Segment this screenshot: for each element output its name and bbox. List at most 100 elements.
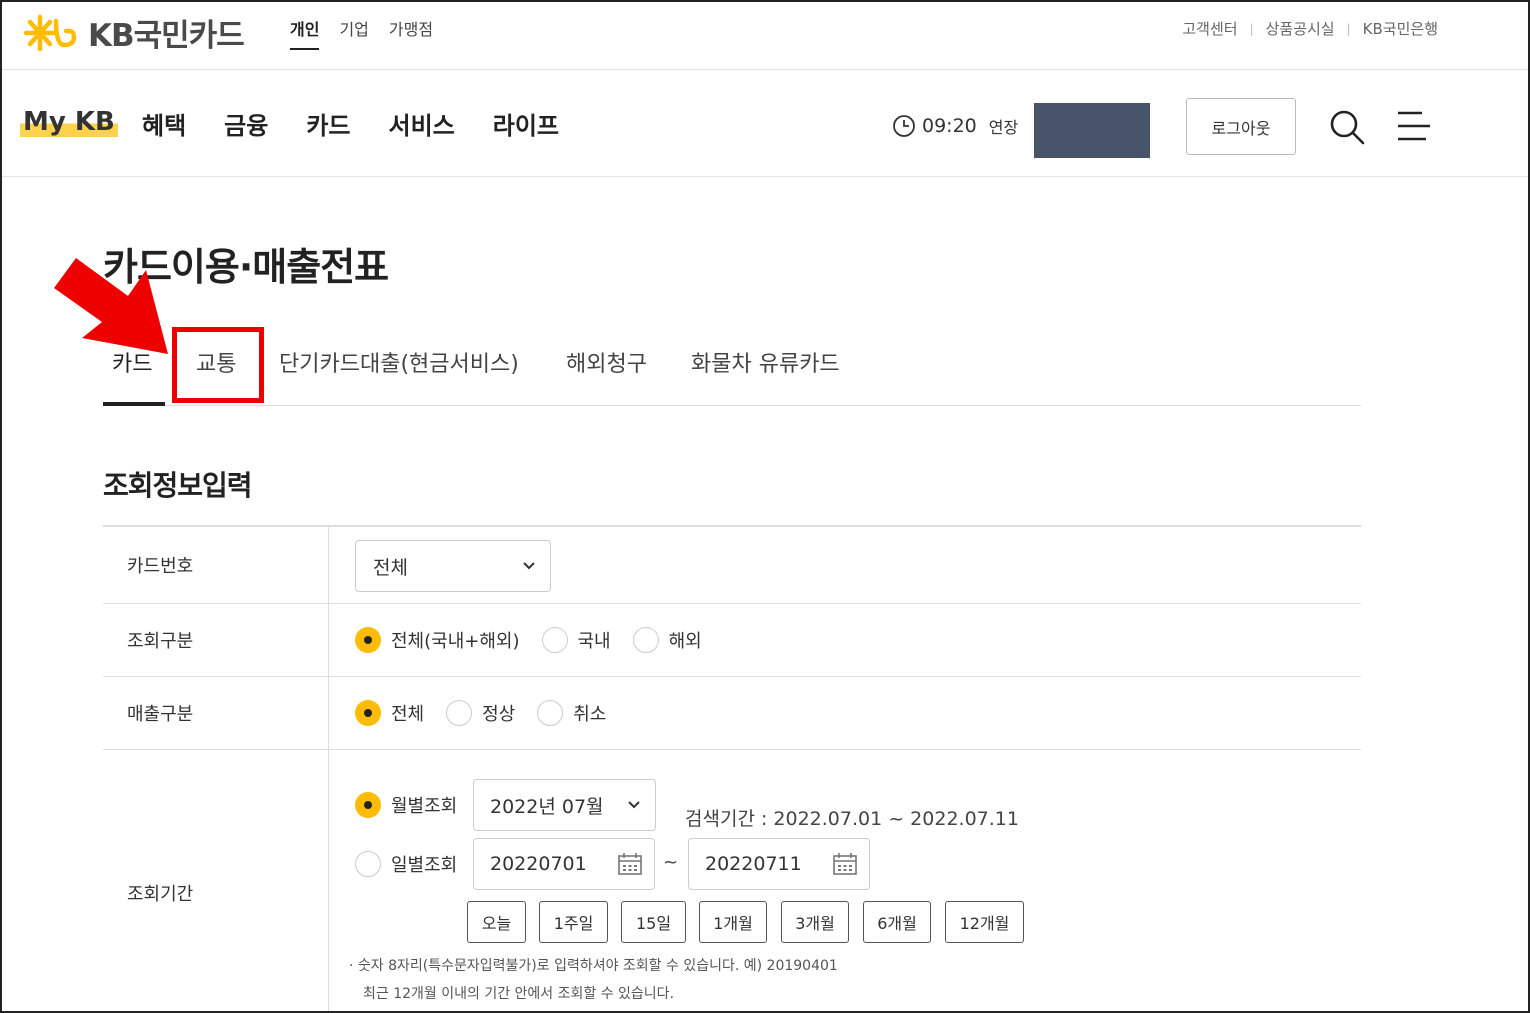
- link-customer-center[interactable]: 고객센터: [1182, 18, 1237, 39]
- search-button[interactable]: [1328, 108, 1366, 146]
- date-range-tilde: ~: [663, 852, 679, 873]
- chevron-down-icon: [628, 801, 640, 809]
- radio-unchecked-icon: [537, 700, 564, 726]
- end-date-value: 20220711: [705, 853, 802, 875]
- nav-menu: 혜택 금융 카드 서비스 라이프: [142, 106, 559, 141]
- nav-item-service[interactable]: 서비스: [389, 106, 455, 141]
- radio-unchecked-icon: [541, 627, 568, 653]
- nav-item-life[interactable]: 라이프: [493, 106, 559, 141]
- month-select[interactable]: 2022년 07월: [473, 779, 656, 831]
- top-bar: KB국민카드 개인 기업 가맹점 고객센터 | 상품공시실 | KB국민은행: [0, 0, 1530, 70]
- sales-type-content: 전체 정상 취소: [329, 677, 1361, 749]
- logo-text: KB국민카드: [88, 18, 245, 54]
- radio-sales-normal-label: 정상: [482, 704, 516, 725]
- sales-type-radios: 전체 정상 취소: [355, 700, 628, 726]
- red-arrow-annotation: [54, 258, 168, 354]
- radio-inquiry-all-label: 전체(국내+해외): [391, 631, 520, 652]
- quick-6months-button[interactable]: 6개월: [863, 901, 931, 943]
- inquiry-form: 카드번호 전체 조회구분 전체(국내+해외) 국내 해외 매출구분 전체 정상 …: [103, 525, 1361, 1013]
- quick-today-button[interactable]: 오늘: [467, 901, 526, 943]
- radio-sales-cancel-label: 취소: [573, 704, 607, 725]
- kb-star-icon: [23, 14, 77, 51]
- card-number-content: 전체: [329, 527, 1361, 603]
- radio-checked-icon: [355, 627, 381, 653]
- session-timer: 09:20 연장: [892, 114, 1018, 138]
- nav-item-finance[interactable]: 금융: [224, 106, 268, 141]
- segment-nav: 개인 기업 가맹점: [290, 16, 433, 50]
- radio-sales-all[interactable]: 전체: [355, 700, 424, 726]
- radio-inquiry-overseas[interactable]: 해외: [632, 627, 702, 653]
- segment-merchant[interactable]: 가맹점: [389, 16, 433, 50]
- row-sales-type: 매출구분 전체 정상 취소: [103, 677, 1361, 750]
- radio-sales-cancel[interactable]: 취소: [537, 700, 606, 726]
- quick-1month-button[interactable]: 1개월: [699, 901, 767, 943]
- logout-button[interactable]: 로그아웃: [1186, 98, 1296, 155]
- quick-15days-button[interactable]: 15일: [621, 901, 686, 943]
- quick-1week-button[interactable]: 1주일: [539, 901, 608, 943]
- session-time: 09:20: [922, 115, 977, 137]
- radio-inquiry-all[interactable]: 전체(국내+해외): [355, 627, 520, 653]
- month-select-value: 2022년 07월: [490, 795, 604, 818]
- calendar-icon[interactable]: [833, 853, 857, 875]
- tab-truck-fuel-card[interactable]: 화물차 유류카드: [691, 346, 840, 378]
- card-number-label: 카드번호: [103, 527, 329, 603]
- tab-short-term-loan[interactable]: 단기카드대출(현금서비스): [279, 346, 519, 378]
- radio-unchecked-icon: [632, 627, 659, 653]
- period-content: 월별조회 2022년 07월 검색기간 : 2022.07.01 ~ 2022.…: [329, 750, 1361, 1013]
- nav-item-benefits[interactable]: 혜택: [142, 106, 186, 141]
- inquiry-type-radios: 전체(국내+해외) 국내 해외: [355, 627, 724, 653]
- link-product-disclosure[interactable]: 상품공시실: [1266, 18, 1335, 39]
- hamburger-icon: [1398, 111, 1430, 141]
- monthly-radio-group: 월별조회: [355, 792, 479, 818]
- radio-monthly[interactable]: 월별조회: [355, 792, 457, 818]
- search-icon: [1330, 110, 1365, 145]
- quick-12months-button[interactable]: 12개월: [945, 901, 1024, 943]
- nav-item-card[interactable]: 카드: [306, 106, 350, 141]
- extend-session-button[interactable]: 연장: [989, 114, 1018, 138]
- row-inquiry-type: 조회구분 전체(국내+해외) 국내 해외: [103, 604, 1361, 677]
- radio-daily[interactable]: 일별조회: [355, 851, 457, 877]
- menu-button[interactable]: [1396, 109, 1432, 143]
- radio-unchecked-icon: [355, 851, 381, 877]
- main-nav: My KB 혜택 금융 카드 서비스 라이프 09:20 연장 로그아웃: [0, 71, 1530, 177]
- radio-monthly-label: 월별조회: [391, 796, 458, 817]
- masked-user-name: [1034, 103, 1150, 158]
- radio-sales-all-label: 전체: [391, 704, 425, 725]
- highlight-box-annotation: [172, 327, 264, 403]
- tab-bar: 카드 교통 단기카드대출(현금서비스) 해외청구 화물차 유류카드: [103, 330, 1361, 406]
- segment-business[interactable]: 기업: [339, 16, 368, 50]
- radio-inquiry-domestic-label: 국내: [577, 631, 611, 652]
- inquiry-type-label: 조회구분: [103, 604, 329, 676]
- date-range-note: 최근 12개월 이내의 기간 안에서 조회할 수 있습니다.: [363, 986, 675, 1002]
- clock-icon: [893, 115, 915, 137]
- divider: |: [1249, 21, 1254, 36]
- date-format-note: · 숫자 8자리(특수문자입력불가)로 입력하셔야 조회할 수 있습니다. 예)…: [349, 958, 838, 974]
- link-kb-bank[interactable]: KB국민은행: [1363, 18, 1438, 39]
- row-card-number: 카드번호 전체: [103, 527, 1361, 604]
- active-tab-indicator: [103, 402, 165, 406]
- chevron-down-icon: [523, 562, 535, 570]
- quick-3months-button[interactable]: 3개월: [781, 901, 849, 943]
- tab-overseas-billing[interactable]: 해외청구: [566, 346, 647, 378]
- start-date-input[interactable]: 20220701: [473, 838, 655, 890]
- calendar-icon[interactable]: [618, 853, 642, 875]
- inquiry-type-content: 전체(국내+해외) 국내 해외: [329, 604, 1361, 676]
- segment-personal[interactable]: 개인: [290, 16, 320, 50]
- radio-checked-icon: [355, 700, 381, 726]
- nav-my-kb[interactable]: My KB: [20, 107, 118, 137]
- card-number-select[interactable]: 전체: [355, 540, 551, 592]
- period-label: 조회기간: [103, 750, 329, 1013]
- kb-logo[interactable]: KB국민카드: [22, 10, 245, 55]
- radio-inquiry-overseas-label: 해외: [668, 631, 702, 652]
- card-number-value: 전체: [373, 556, 408, 579]
- radio-daily-label: 일별조회: [391, 855, 458, 876]
- radio-sales-normal[interactable]: 정상: [446, 700, 515, 726]
- divider: |: [1346, 21, 1351, 36]
- radio-inquiry-domestic[interactable]: 국내: [541, 627, 611, 653]
- end-date-input[interactable]: 20220711: [688, 838, 870, 890]
- radio-unchecked-icon: [446, 700, 473, 726]
- daily-radio-group: 일별조회: [355, 851, 479, 877]
- sales-type-label: 매출구분: [103, 677, 329, 749]
- section-title: 조회정보입력: [103, 469, 253, 502]
- utility-links: 고객센터 | 상품공시실 | KB국민은행: [1182, 18, 1438, 39]
